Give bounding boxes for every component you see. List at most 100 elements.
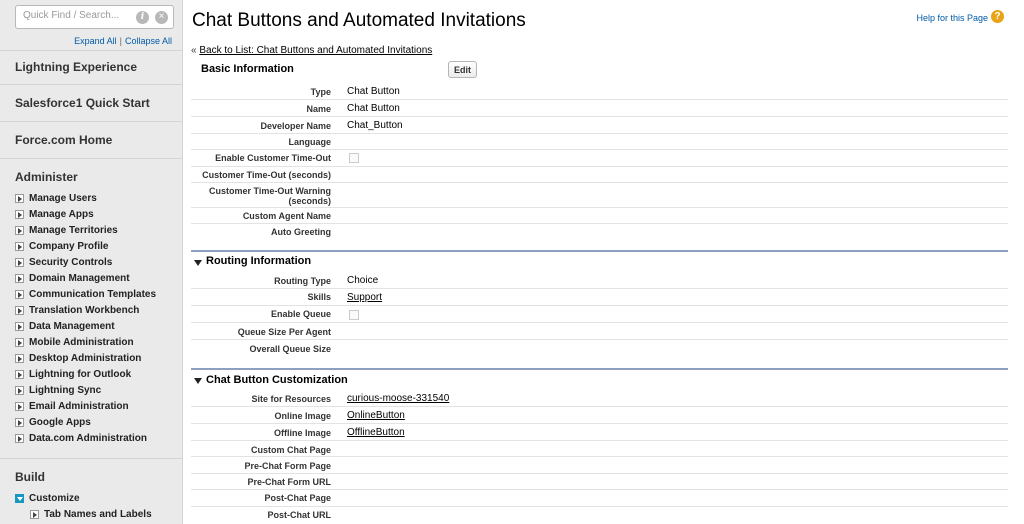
nav-item-label[interactable]: Lightning for Outlook	[29, 369, 131, 380]
field-value: Chat_Button	[347, 120, 403, 131]
nav-item-label[interactable]: Google Apps	[29, 417, 91, 428]
nav-item-label[interactable]: Manage Apps	[29, 209, 94, 220]
field-value: Chat Button	[347, 103, 400, 114]
expand-icon[interactable]	[15, 369, 24, 379]
expand-icon[interactable]	[15, 321, 24, 331]
expand-icon[interactable]	[15, 385, 24, 395]
nav-item-domain-management[interactable]: Domain Management	[15, 271, 130, 285]
link-separator: |	[119, 36, 122, 46]
nav-item-label[interactable]: Email Administration	[29, 401, 129, 412]
nav-title-lightning-experience[interactable]: Lightning Experience	[15, 60, 137, 74]
expand-icon[interactable]	[15, 305, 24, 315]
section-title[interactable]: Routing Information	[206, 255, 311, 267]
nav-item-label[interactable]: Data.com Administration	[29, 433, 147, 444]
site-for-resources-link[interactable]: curious-moose-331540	[347, 393, 449, 404]
nav-item-label[interactable]: Mobile Administration	[29, 337, 134, 348]
nav-item-data-management[interactable]: Data Management	[15, 319, 115, 333]
expand-icon[interactable]	[15, 273, 24, 283]
nav-item-desktop-administration[interactable]: Desktop Administration	[15, 351, 141, 365]
nav-item-label[interactable]: Security Controls	[29, 257, 112, 268]
expand-icon[interactable]	[30, 509, 39, 519]
expand-all-link[interactable]: Expand All	[74, 36, 117, 46]
field-label: Site for Resources	[251, 394, 331, 404]
nav-salesforce1-quick-start[interactable]: Salesforce1 Quick Start	[0, 84, 183, 121]
expand-icon[interactable]	[15, 337, 24, 347]
field-row: Routing Type Choice	[191, 272, 1008, 289]
help-link[interactable]: Help for this Page	[916, 13, 988, 23]
nav-title-salesforce1-quick-start[interactable]: Salesforce1 Quick Start	[15, 96, 150, 110]
field-label: Enable Customer Time-Out	[215, 153, 331, 163]
field-label: Type	[310, 87, 331, 97]
expand-icon[interactable]	[15, 417, 24, 427]
nav-item-manage-users[interactable]: Manage Users	[15, 191, 97, 205]
nav-item-google-apps[interactable]: Google Apps	[15, 415, 91, 429]
nav-item-manage-territories[interactable]: Manage Territories	[15, 223, 118, 237]
nav-item-label[interactable]: Data Management	[29, 321, 115, 332]
nav-item-label[interactable]: Customize	[29, 493, 80, 504]
field-row: Site for Resources curious-moose-331540	[191, 390, 1008, 407]
expand-icon[interactable]	[15, 209, 24, 219]
field-label: Offline Image	[273, 428, 331, 438]
expand-icon[interactable]	[15, 433, 24, 443]
offline-image-link[interactable]: OfflineButton	[347, 427, 405, 438]
enable-queue-checkbox	[349, 310, 359, 320]
nav-item-label[interactable]: Communication Templates	[29, 289, 156, 300]
expand-icon[interactable]	[15, 353, 24, 363]
setup-sidebar: i × Expand All|Collapse All Lightning Ex…	[0, 0, 183, 524]
edit-button[interactable]: Edit	[448, 61, 477, 78]
nav-item-manage-apps[interactable]: Manage Apps	[15, 207, 94, 221]
expand-icon[interactable]	[15, 193, 24, 203]
field-row: Type Chat Button	[191, 83, 1008, 100]
nav-item-company-profile[interactable]: Company Profile	[15, 239, 108, 253]
nav-item-label[interactable]: Domain Management	[29, 273, 130, 284]
nav-item-tab-names-and-labels[interactable]: Tab Names and Labels	[30, 507, 152, 521]
collapse-all-link[interactable]: Collapse All	[125, 36, 172, 46]
nav-item-label[interactable]: Manage Territories	[29, 225, 118, 236]
nav-item-label[interactable]: Company Profile	[29, 241, 108, 252]
chat-button-customization-header[interactable]: Chat Button Customization	[191, 368, 1008, 390]
info-icon[interactable]: i	[136, 11, 149, 24]
back-arrow: «	[191, 45, 197, 56]
field-label: Customer Time-Out (seconds)	[202, 170, 331, 180]
section-title[interactable]: Chat Button Customization	[206, 374, 348, 386]
nav-item-mobile-administration[interactable]: Mobile Administration	[15, 335, 134, 349]
collapse-icon[interactable]	[15, 493, 24, 503]
nav-item-email-administration[interactable]: Email Administration	[15, 399, 129, 413]
collapse-triangle-icon[interactable]	[194, 260, 202, 266]
expand-icon[interactable]	[15, 401, 24, 411]
field-row: Post-Chat Page	[191, 490, 1008, 507]
nav-force-home[interactable]: Force.com Home	[0, 121, 183, 158]
nav-item-label[interactable]: Manage Users	[29, 193, 97, 204]
collapse-triangle-icon[interactable]	[194, 378, 202, 384]
nav-title-force-home[interactable]: Force.com Home	[15, 133, 112, 147]
back-to-list-link[interactable]: Back to List: Chat Buttons and Automated…	[199, 45, 432, 56]
skills-link[interactable]: Support	[347, 292, 382, 303]
nav-item-data-com-administration[interactable]: Data.com Administration	[15, 431, 147, 445]
nav-item-customize[interactable]: Customize	[15, 491, 80, 505]
online-image-link[interactable]: OnlineButton	[347, 410, 405, 421]
nav-item-lightning-sync[interactable]: Lightning Sync	[15, 383, 101, 397]
clear-icon[interactable]: ×	[155, 11, 168, 24]
expand-icon[interactable]	[15, 241, 24, 251]
nav-item-lightning-for-outlook[interactable]: Lightning for Outlook	[15, 367, 131, 381]
field-row: Language	[191, 134, 1008, 150]
expand-icon[interactable]	[15, 225, 24, 235]
quick-find-input[interactable]	[23, 10, 133, 21]
routing-information-header[interactable]: Routing Information	[191, 250, 1008, 272]
nav-item-label[interactable]: Translation Workbench	[29, 305, 139, 316]
nav-item-communication-templates[interactable]: Communication Templates	[15, 287, 156, 301]
nav-item-label[interactable]: Desktop Administration	[29, 353, 141, 364]
nav-item-translation-workbench[interactable]: Translation Workbench	[15, 303, 139, 317]
nav-lightning-experience[interactable]: Lightning Experience	[0, 50, 183, 84]
field-value: Chat Button	[347, 86, 400, 97]
nav-title-build: Build	[15, 470, 45, 484]
field-label: Queue Size Per Agent	[237, 327, 331, 337]
field-label: Skills	[307, 292, 331, 302]
nav-item-label[interactable]: Tab Names and Labels	[44, 509, 152, 520]
help-icon[interactable]: ?	[991, 10, 1004, 23]
nav-item-security-controls[interactable]: Security Controls	[15, 255, 112, 269]
expand-icon[interactable]	[15, 289, 24, 299]
nav-item-label[interactable]: Lightning Sync	[29, 385, 101, 396]
field-label: Custom Agent Name	[242, 211, 331, 221]
expand-icon[interactable]	[15, 257, 24, 267]
